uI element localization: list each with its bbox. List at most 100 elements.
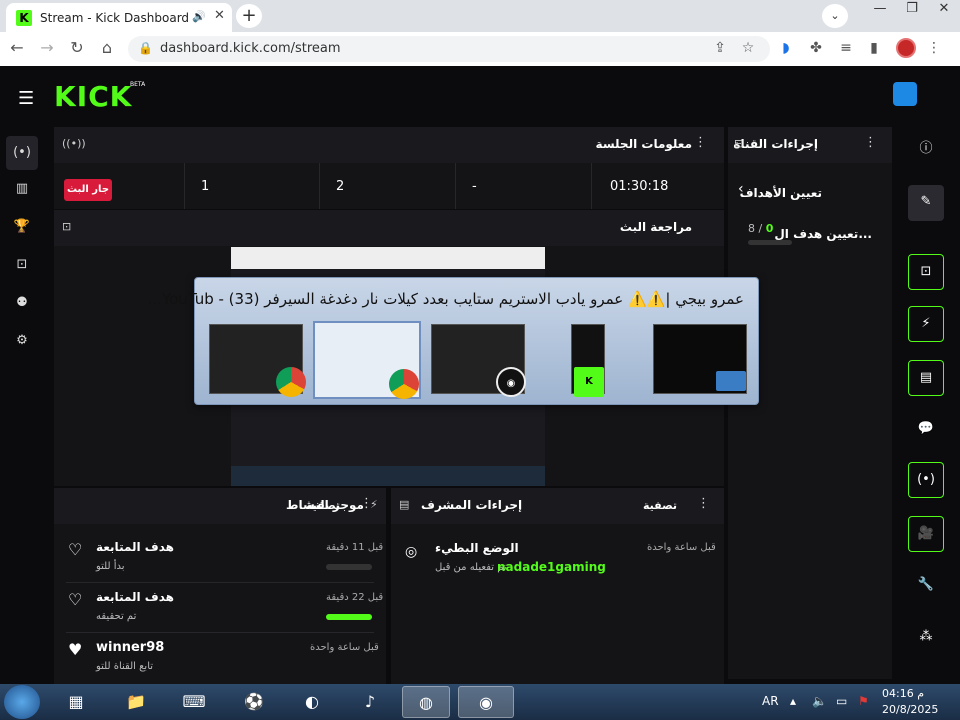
tray-chevron-icon[interactable]: ▴ bbox=[790, 694, 796, 708]
mod-menu-icon[interactable]: ⋮ bbox=[697, 496, 710, 511]
puzzle-extensions-icon[interactable]: ✤ bbox=[806, 40, 826, 56]
preview-taskbar-strip bbox=[231, 466, 545, 486]
session-menu-icon[interactable]: ⋮ bbox=[694, 135, 707, 150]
chrome-icon bbox=[389, 369, 419, 399]
progress-fill bbox=[326, 614, 372, 620]
stream-broadcast-icon[interactable]: (•) bbox=[6, 136, 38, 170]
community-icon[interactable]: ⁂ bbox=[908, 620, 944, 656]
network-icon[interactable]: ▭ bbox=[836, 694, 847, 708]
media-control-icon[interactable]: ≡ bbox=[836, 40, 856, 56]
follow-goal-progress bbox=[326, 614, 372, 620]
user-avatar[interactable] bbox=[893, 82, 917, 106]
volume-icon[interactable]: 🔈 bbox=[812, 694, 827, 708]
set-goals-label: تعيين الأهداف bbox=[739, 186, 822, 200]
activity-feed-panel: موجز النشاط ⚡ تصفية ⋮ ♡ هدف المتابعة بدأ… bbox=[54, 488, 386, 684]
file-explorer-icon[interactable]: 📁 bbox=[116, 686, 156, 718]
address-bar[interactable]: 🔒 dashboard.kick.com/stream bbox=[128, 36, 770, 62]
calculator-icon[interactable]: ▦ bbox=[56, 686, 96, 718]
extension-icon[interactable]: ◗ bbox=[776, 40, 796, 56]
stream-duration: 01:30:18 bbox=[610, 179, 669, 194]
clock-date[interactable]: 20/8/2025 bbox=[882, 703, 938, 716]
forward-arrow-icon[interactable]: → bbox=[36, 38, 58, 57]
kick-logo[interactable]: KICK bbox=[54, 80, 132, 113]
session-info-header: معلومات الجلسة ((•)) ⋮ bbox=[54, 127, 724, 163]
separator bbox=[66, 582, 374, 583]
notes-icon[interactable]: ▤ bbox=[908, 360, 944, 396]
minimize-icon[interactable]: — bbox=[864, 0, 896, 24]
slow-mode-icon: ◎ bbox=[405, 544, 418, 560]
speaker-icon[interactable]: 🔊 bbox=[192, 10, 206, 23]
analytics-icon[interactable]: ▥ bbox=[6, 172, 38, 206]
mod-filter-button[interactable]: تصفية bbox=[643, 499, 677, 512]
activity-item-sub: تم تحقيقه bbox=[96, 611, 137, 622]
obs-taskbar-icon[interactable]: ◉ bbox=[458, 686, 514, 718]
goal-current: 0 bbox=[765, 222, 774, 235]
users-icon[interactable]: ⚉ bbox=[6, 286, 38, 320]
chrome-icon bbox=[276, 367, 306, 397]
video-camera-icon[interactable]: 🎥 bbox=[908, 516, 944, 552]
profile-avatar[interactable] bbox=[896, 38, 916, 58]
stat-cell-4: 01:30:18 bbox=[592, 163, 724, 209]
browser-toolbar: ← → ↻ ⌂ 🔒 dashboard.kick.com/stream ⇪ ☆ … bbox=[0, 32, 960, 66]
capture-icon[interactable]: ⊡ bbox=[6, 248, 38, 282]
restore-icon[interactable]: ❐ bbox=[896, 0, 928, 24]
preview-capture-icon: ⊡ bbox=[62, 220, 72, 233]
stat-value: 2 bbox=[336, 179, 345, 194]
hamburger-menu-icon[interactable]: ☰ bbox=[18, 88, 34, 109]
home-icon[interactable]: ⌂ bbox=[96, 38, 118, 57]
share-icon[interactable]: ⇪ bbox=[710, 40, 730, 56]
action-center-icon[interactable]: ⚑ bbox=[858, 694, 869, 708]
reload-icon[interactable]: ↻ bbox=[66, 38, 88, 57]
heart-filled-icon: ♥ bbox=[68, 640, 83, 659]
stream-preview-header: مراجعة البث ⊡ bbox=[54, 210, 724, 246]
activity-item-sub: تابع القناة للتو bbox=[96, 661, 154, 672]
switcher-thumb-kick[interactable]: K bbox=[571, 324, 605, 397]
activity-item-time: قبل 11 دقيقة bbox=[326, 542, 384, 553]
info-icon[interactable]: ⓘ bbox=[908, 132, 944, 168]
tab-close-icon[interactable]: ✕ bbox=[214, 8, 225, 23]
lightning-icon[interactable]: ⚡ bbox=[908, 306, 944, 342]
settings-gear-icon[interactable]: ⚙ bbox=[6, 324, 38, 358]
switcher-thumb-chrome-youtube[interactable] bbox=[313, 321, 421, 399]
game-app-icon[interactable]: ⚽ bbox=[234, 686, 274, 718]
start-button-icon[interactable] bbox=[4, 685, 40, 719]
tiktok-icon[interactable]: ♪ bbox=[350, 686, 390, 718]
follower-username[interactable]: winner98 bbox=[96, 640, 164, 655]
back-arrow-icon[interactable]: ← bbox=[6, 38, 28, 57]
window-close-icon[interactable]: ✕ bbox=[928, 0, 960, 24]
activity-filter-button[interactable]: تصفية bbox=[306, 499, 340, 512]
chrome-taskbar-icon[interactable]: ◍ bbox=[402, 686, 450, 718]
session-info-title: معلومات الجلسة bbox=[595, 137, 692, 151]
window-switcher: عمرو بيجي |⚠️⚠️ عمرو يادب الاستريم ستايب… bbox=[148, 277, 759, 405]
switcher-thumb-chrome-dashboard[interactable] bbox=[209, 324, 306, 397]
wrench-icon[interactable]: 🔧 bbox=[908, 568, 944, 604]
capture-tool-icon[interactable]: ⊡ bbox=[908, 254, 944, 290]
broadcast-icon[interactable]: (•) bbox=[908, 462, 944, 498]
switcher-thumb-obs[interactable]: ◉ bbox=[431, 324, 526, 397]
switcher-thumb-desktop[interactable] bbox=[653, 324, 747, 394]
activity-item-sub: بدأ للتو bbox=[96, 561, 125, 572]
keyboard-app-icon[interactable]: ⌨ bbox=[174, 686, 214, 718]
language-indicator[interactable]: AR bbox=[762, 694, 779, 708]
new-tab-button[interactable]: + bbox=[236, 4, 262, 28]
gamepad-app-icon[interactable]: ◐ bbox=[292, 686, 332, 718]
activity-more-icon[interactable]: ⋮ bbox=[360, 496, 373, 511]
edit-pencil-icon[interactable]: ✎ bbox=[908, 185, 944, 221]
clock-time[interactable]: 04:16 م bbox=[882, 687, 924, 700]
tab-title: Stream - Kick Dashboard bbox=[40, 11, 190, 25]
channel-menu-icon[interactable]: ⋮ bbox=[864, 135, 877, 150]
chat-bubble-icon[interactable]: 💬 bbox=[908, 412, 944, 448]
preview-browser-strip bbox=[231, 247, 545, 269]
bookmark-star-icon[interactable]: ☆ bbox=[738, 40, 758, 56]
mod-action-title: الوضع البطيء bbox=[435, 541, 519, 555]
activity-item-title: هدف المتابعة bbox=[96, 590, 174, 604]
browser-menu-icon[interactable]: ⋮ bbox=[924, 40, 944, 56]
desktop-icon bbox=[716, 371, 746, 391]
stat-cell-3: - bbox=[456, 163, 592, 209]
side-panel-icon[interactable]: ▮ bbox=[864, 40, 884, 56]
moderator-username[interactable]: nadade1gaming bbox=[497, 560, 606, 574]
trophy-icon[interactable]: 🏆 bbox=[6, 210, 38, 244]
browser-tab[interactable]: K Stream - Kick Dashboard 🔊 ✕ bbox=[6, 3, 232, 32]
tab-search-icon[interactable]: ⌄ bbox=[822, 4, 848, 28]
activity-feed-header: موجز النشاط ⚡ تصفية ⋮ bbox=[54, 488, 386, 524]
